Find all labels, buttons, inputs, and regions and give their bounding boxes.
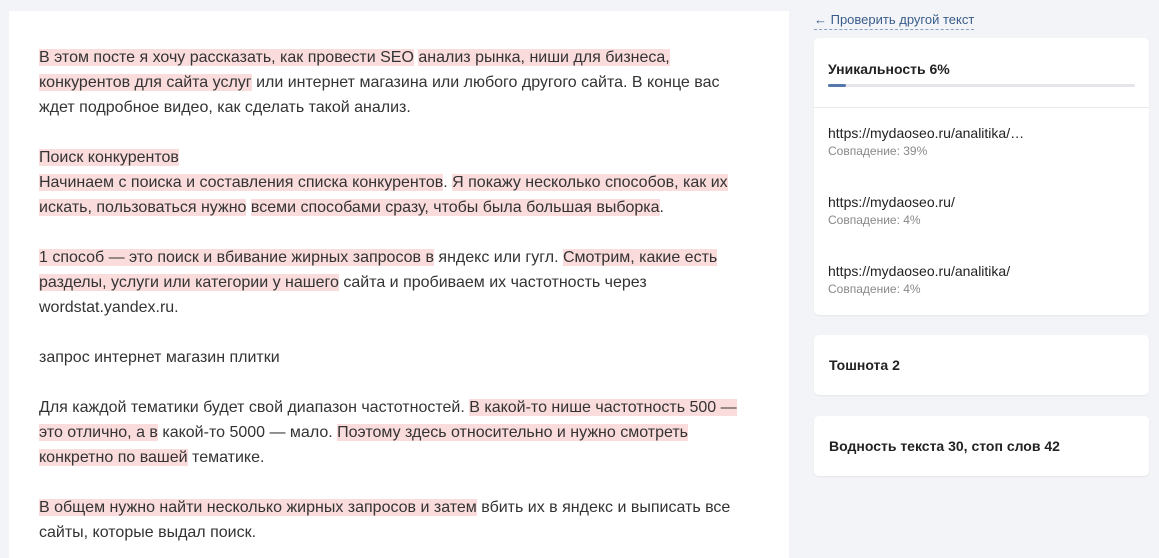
text-fragment: какой-то 5000 — мало. xyxy=(157,424,338,441)
matched-fragment: всеми способами сразу, чтобы была больша… xyxy=(250,199,660,216)
text-fragment: яндекс или гугл. xyxy=(433,249,563,266)
checked-text-body: В этом посте я хочу рассказать, как пров… xyxy=(39,45,759,545)
text-paragraph: В общем нужно найти несколько жирных зап… xyxy=(39,495,759,545)
text-paragraph: Поиск конкурентов Начинаем с поиска и сос… xyxy=(39,145,759,220)
uniqueness-progress-track xyxy=(828,84,1135,87)
text-fragment: . xyxy=(659,199,664,216)
matched-fragment: Поиск конкурентов xyxy=(39,149,179,166)
text-paragraph: 1 способ — это поиск и вбивание жирных з… xyxy=(39,245,759,320)
match-percent-3: Совпадение: 4% xyxy=(828,282,921,296)
match-url-3[interactable]: https://mydaoseo.ru/analitika/ xyxy=(828,262,1028,280)
checked-text-panel: В этом посте я хочу рассказать, как пров… xyxy=(9,11,789,558)
check-another-text-link[interactable]: ← Проверить другой текст xyxy=(814,11,975,30)
water-card: Водность текста 30, стоп слов 42 xyxy=(814,416,1149,476)
match-item: https://mydaoseo.ru/analitika/ Совпадени… xyxy=(828,262,1135,331)
text-fragment: . xyxy=(443,174,453,191)
match-item: https://mydaoseo.ru/analitika/ekspress-a… xyxy=(828,124,1135,193)
matched-fragment: В общем нужно найти несколько жирных зап… xyxy=(39,499,477,516)
text-fragment: тематике. xyxy=(187,449,265,466)
match-url-1[interactable]: https://mydaoseo.ru/analitika/ekspress-a… xyxy=(828,124,1028,142)
nausea-card: Тошнота 2 xyxy=(814,335,1149,395)
uniqueness-header: Уникальность 6% xyxy=(814,38,1149,108)
uniqueness-card: Уникальность 6% https://mydaoseo.ru/anal… xyxy=(814,38,1149,315)
match-percent-1: Совпадение: 39% xyxy=(828,144,928,158)
water-title: Водность текста 30, стоп слов 42 xyxy=(829,438,1060,454)
text-paragraph: запрос интернет магазин плитки xyxy=(39,345,759,370)
match-list: https://mydaoseo.ru/analitika/ekspress-a… xyxy=(814,108,1149,331)
text-fragment: Для каждой тематики будет свой диапазон … xyxy=(39,399,470,416)
match-url-2[interactable]: https://mydaoseo.ru/ xyxy=(828,193,1028,211)
uniqueness-progress-fill xyxy=(828,84,847,87)
matched-fragment: 1 способ — это поиск и вбивание жирных з… xyxy=(39,249,434,266)
match-percent-2: Совпадение: 4% xyxy=(828,213,921,227)
matched-fragment: В этом посте я хочу рассказать, как пров… xyxy=(39,49,414,66)
text-paragraph: Для каждой тематики будет свой диапазон … xyxy=(39,395,759,470)
match-item: https://mydaoseo.ru/ Совпадение: 4% xyxy=(828,193,1135,262)
nausea-title: Тошнота 2 xyxy=(829,357,900,373)
matched-fragment: Начинаем с поиска и составления списка к… xyxy=(39,174,444,191)
text-fragment: запрос интернет магазин плитки xyxy=(39,349,280,366)
text-paragraph: В этом посте я хочу рассказать, как пров… xyxy=(39,45,759,120)
uniqueness-title: Уникальность 6% xyxy=(828,61,950,77)
